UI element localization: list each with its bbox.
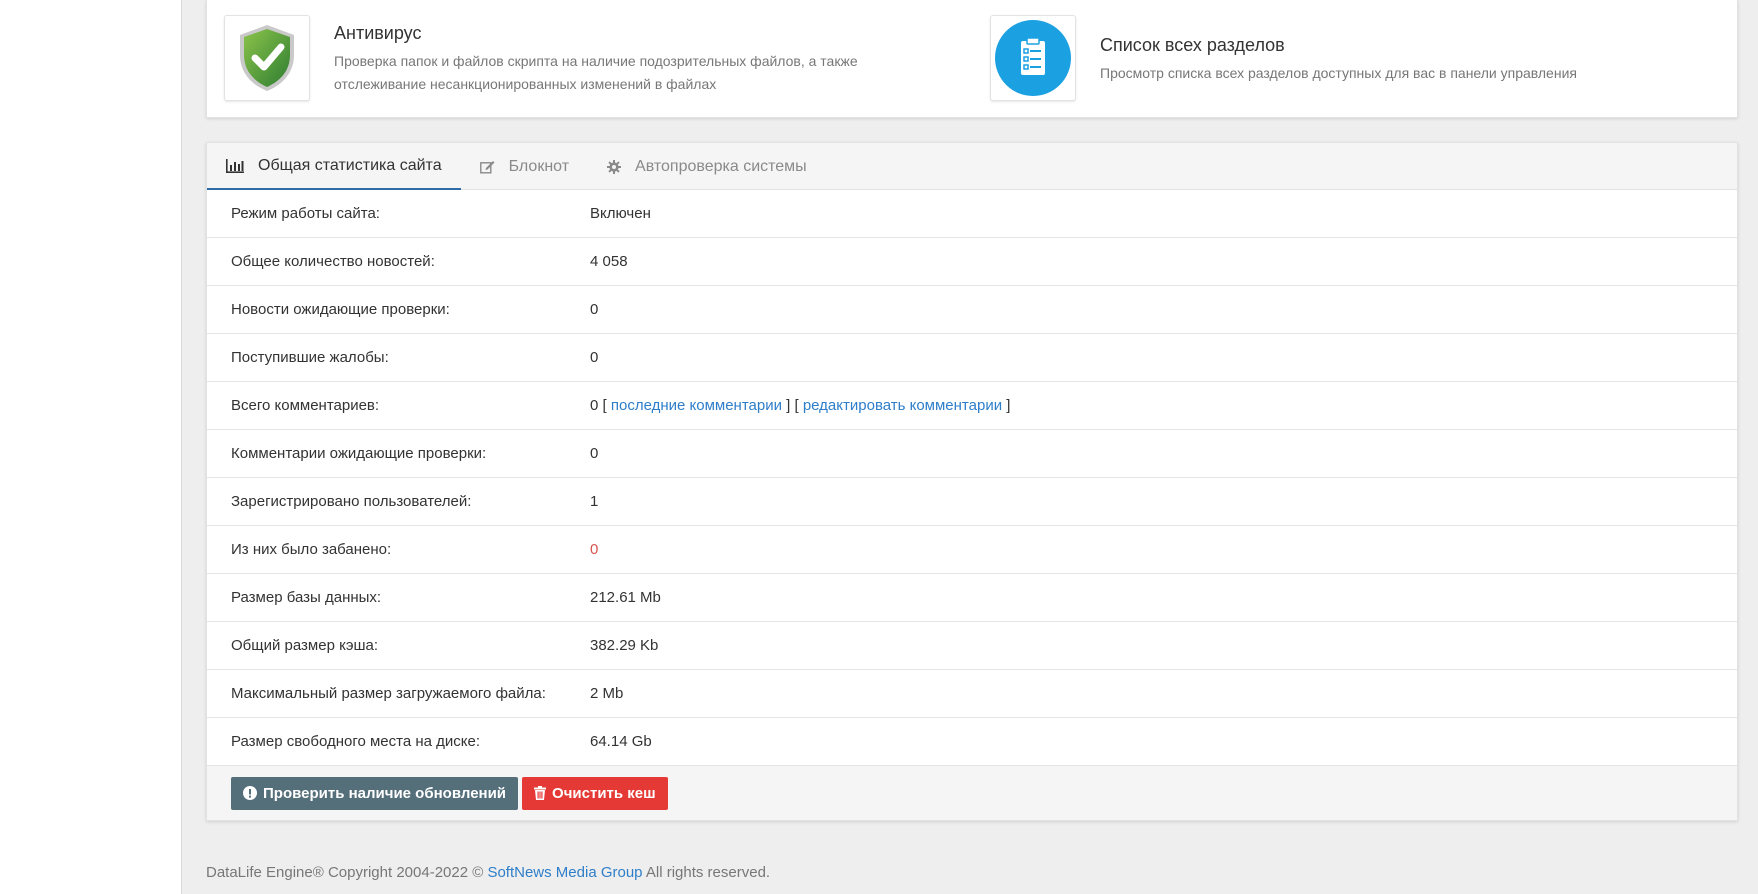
sections-list-link[interactable]: Список всех разделов Просмотр списка все…: [990, 15, 1700, 101]
copyright-prefix: DataLife Engine® Copyright 2004-2022 ©: [206, 864, 488, 881]
sections-thumbnail[interactable]: [990, 15, 1076, 101]
stat-label: Комментарии ожидающие проверки:: [231, 445, 487, 462]
sections-description: Просмотр списка всех разделов доступных …: [1100, 65, 1577, 81]
tab-site-stats-label: Общая статистика сайта: [258, 156, 442, 174]
left-sidebar: [0, 0, 182, 894]
stat-row-comments-pending: Комментарии ожидающие проверки: 0: [207, 430, 1737, 478]
quick-links-panel: Антивирус Проверка папок и файлов скрипт…: [206, 0, 1738, 118]
stat-row-news-pending: Новости ожидающие проверки: 0: [207, 286, 1737, 334]
antivirus-link[interactable]: Антивирус Проверка папок и файлов скрипт…: [224, 15, 894, 101]
copyright-suffix: All rights reserved.: [642, 864, 771, 881]
antivirus-thumbnail[interactable]: [224, 15, 310, 101]
tab-autocheck-label: Автопроверка системы: [635, 157, 807, 175]
stat-label: Поступившие жалобы:: [231, 349, 389, 366]
stat-value: 64.14 Gb: [590, 733, 652, 750]
stat-row-db-size: Размер базы данных: 212.61 Mb: [207, 574, 1737, 622]
exclamation-circle-icon: [243, 786, 257, 800]
stat-value: 0: [590, 301, 599, 318]
stat-label: Максимальный размер загружаемого файла:: [231, 685, 546, 702]
stat-row-site-mode: Режим работы сайта: Включен: [207, 190, 1737, 238]
gear-icon: [607, 159, 622, 174]
stat-label: Зарегистрировано пользователей:: [231, 493, 472, 510]
stat-row-cache-size: Общий размер кэша: 382.29 Kb: [207, 622, 1737, 670]
stat-value: 2 Mb: [590, 685, 624, 702]
stat-label: Режим работы сайта:: [231, 205, 380, 222]
stat-row-complaints: Поступившие жалобы: 0: [207, 334, 1737, 382]
sections-title[interactable]: Список всех разделов: [1100, 35, 1700, 56]
stat-value-comments: 0 [ последние комментарии ] [ редактиров…: [590, 397, 1010, 414]
stat-row-comments-total: Всего комментариев: 0 [ последние коммен…: [207, 382, 1737, 430]
stat-value: 1: [590, 493, 599, 510]
bar-chart-icon: [226, 158, 244, 173]
stat-label: Общее количество новостей:: [231, 253, 435, 270]
stat-row-users-registered: Зарегистрировано пользователей: 1: [207, 478, 1737, 526]
copyright-footer: DataLife Engine® Copyright 2004-2022 © S…: [206, 864, 1738, 881]
stat-label: Из них было забанено:: [231, 541, 392, 558]
last-comments-link[interactable]: последние комментарии: [611, 397, 782, 414]
stat-value: 212.61 Mb: [590, 589, 661, 606]
stat-value: 0: [590, 541, 599, 558]
stat-value: 0: [590, 445, 599, 462]
stat-label: Всего комментариев:: [231, 397, 380, 414]
main-content: Антивирус Проверка папок и файлов скрипт…: [206, 0, 1738, 881]
stat-label: Общий размер кэша:: [231, 637, 379, 654]
trash-icon: [534, 786, 547, 800]
stat-label: Размер базы данных:: [231, 589, 382, 606]
check-updates-button[interactable]: Проверить наличие обновлений: [231, 776, 519, 810]
stats-panel: Общая статистика сайта Блокнот Автопрове…: [206, 142, 1738, 821]
antivirus-title[interactable]: Антивирус: [334, 23, 894, 44]
bracket-open: [: [598, 397, 611, 414]
edit-comments-link[interactable]: редактировать комментарии: [803, 397, 1002, 414]
stat-value: Включен: [590, 205, 651, 222]
stat-row-news-total: Общее количество новостей: 4 058: [207, 238, 1737, 286]
stat-row-users-banned: Из них было забанено: 0: [207, 526, 1737, 574]
tab-autocheck[interactable]: Автопроверка системы: [588, 143, 826, 190]
stat-value: 382.29 Kb: [590, 637, 659, 654]
antivirus-description: Проверка папок и файлов скрипта на налич…: [334, 53, 858, 92]
tab-notepad-label: Блокнот: [508, 157, 570, 175]
check-updates-label: Проверить наличие обновлений: [263, 784, 507, 802]
tab-site-stats[interactable]: Общая статистика сайта: [207, 143, 461, 190]
bracket-mid: ] [: [781, 397, 803, 414]
stat-label: Размер свободного места на диске:: [231, 733, 481, 750]
edit-icon: [479, 160, 495, 174]
tab-bar: Общая статистика сайта Блокнот Автопрове…: [207, 143, 1737, 190]
stat-label: Новости ожидающие проверки:: [231, 301, 450, 318]
tab-notepad[interactable]: Блокнот: [461, 143, 588, 190]
stat-value: 0: [590, 349, 599, 366]
clear-cache-label: Очистить кеш: [552, 784, 656, 802]
stat-row-disk-free: Размер свободного места на диске: 64.14 …: [207, 718, 1737, 766]
clipboard-list-icon: [995, 20, 1071, 96]
stats-actions-bar: Проверить наличие обновлений Очистить ке…: [207, 766, 1737, 820]
stat-value: 4 058: [590, 253, 628, 270]
softnews-link[interactable]: SoftNews Media Group: [487, 864, 642, 881]
shield-check-icon: [240, 25, 294, 91]
bracket-close: ]: [1002, 397, 1011, 414]
stat-row-max-upload: Максимальный размер загружаемого файла: …: [207, 670, 1737, 718]
clear-cache-button[interactable]: Очистить кеш: [522, 776, 668, 810]
